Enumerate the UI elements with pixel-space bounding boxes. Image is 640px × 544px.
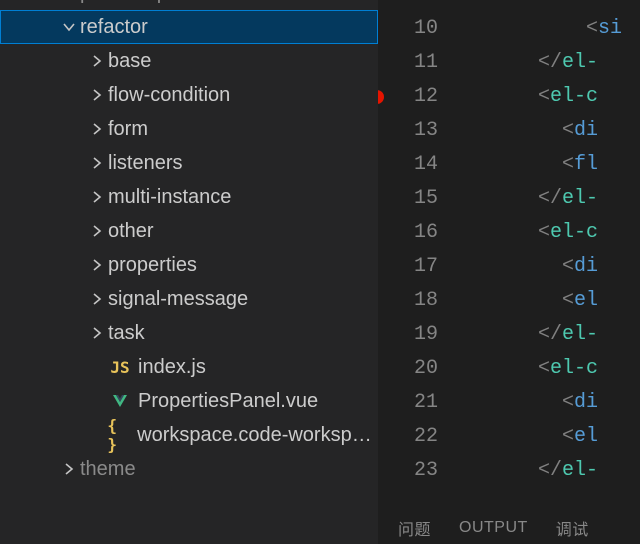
tree-item-label: multi-instance [108, 186, 231, 209]
line-number[interactable]: 15 [378, 182, 438, 216]
tree-item-task[interactable]: task [0, 316, 378, 350]
tree-item-theme[interactable]: theme [0, 452, 378, 486]
chevron-right-icon [86, 326, 108, 340]
tree-item-label: workspace.code-workspa... [137, 424, 378, 447]
code-line[interactable]: <di [466, 386, 640, 420]
code-line[interactable]: </el- [466, 318, 640, 352]
tree-item-label: properties [108, 254, 197, 277]
code-line[interactable]: <di [466, 250, 640, 284]
tree-item-label: other [108, 220, 154, 243]
code-line[interactable]: <el-c [466, 216, 640, 250]
tree-item-multi-instance[interactable]: multi-instance [0, 180, 378, 214]
tree-item-index-js[interactable]: JS index.js [0, 350, 378, 384]
line-number[interactable]: 13 [378, 114, 438, 148]
tree-item-label: listeners [108, 152, 182, 175]
tree-item-form[interactable]: form [0, 112, 378, 146]
panel-tab-问题[interactable]: 问题 [398, 516, 431, 540]
chevron-right-icon [86, 258, 108, 272]
tree-item-label: base [108, 50, 151, 73]
chevron-right-icon [86, 224, 108, 238]
tree-item-flow-condition[interactable]: flow-condition [0, 78, 378, 112]
chevron-right-icon [86, 156, 108, 170]
code-line[interactable]: <fl [466, 148, 640, 182]
breakpoint-line-number[interactable]: 12 [378, 80, 438, 114]
line-number[interactable]: 22 [378, 420, 438, 454]
line-number[interactable]: 10 [378, 12, 438, 46]
code-line[interactable]: </el- [466, 454, 640, 488]
chevron-right-icon [86, 54, 108, 68]
code-line[interactable]: <el [466, 420, 640, 454]
tree-item-label: theme [80, 458, 136, 481]
panel-tab-output[interactable]: OUTPUT [459, 519, 528, 537]
tree-item-label: refactor [80, 16, 148, 39]
editor-area: 91011121314151617181920212223 <di <si </… [378, 0, 640, 544]
tree-item-label: signal-message [108, 288, 248, 311]
tree-item-other[interactable]: other [0, 214, 378, 248]
tree-item-label: process-panel [80, 0, 206, 5]
tree-item-label: PropertiesPanel.vue [138, 390, 318, 413]
code-line[interactable]: </el- [466, 182, 640, 216]
code-line[interactable]: <el [466, 284, 640, 318]
line-number[interactable]: 18 [378, 284, 438, 318]
line-number[interactable]: 14 [378, 148, 438, 182]
tree-item-workspace-code-workspa-[interactable]: { } workspace.code-workspa... [0, 418, 378, 452]
tree-item-label: index.js [138, 356, 206, 379]
tree-item-refactor[interactable]: refactor [0, 10, 378, 44]
code-line[interactable]: </el- [466, 46, 640, 80]
line-number[interactable]: 9 [378, 0, 438, 12]
tree-item-label: flow-condition [108, 84, 230, 107]
tree-item-label: form [108, 118, 148, 141]
tree-item-propertiespanel-vue[interactable]: PropertiesPanel.vue [0, 384, 378, 418]
chevron-right-icon [86, 190, 108, 204]
tree-item-signal-message[interactable]: signal-message [0, 282, 378, 316]
code-line[interactable]: <di [466, 114, 640, 148]
line-number[interactable]: 20 [378, 352, 438, 386]
line-number[interactable]: 19 [378, 318, 438, 352]
code-line[interactable]: <el-c [466, 80, 640, 114]
chevron-right-icon [58, 462, 80, 476]
line-number[interactable]: 23 [378, 454, 438, 488]
panel-tab-调试[interactable]: 调试 [556, 516, 589, 540]
tree-item-process-panel[interactable]: process-panel [0, 0, 378, 10]
chevron-right-icon [86, 122, 108, 136]
vue-file-icon [108, 393, 132, 409]
chevron-down-icon [58, 20, 80, 34]
bottom-panel-tabs: 问题 OUTPUT 调试 [378, 510, 640, 544]
code-line[interactable]: <el-c [466, 352, 640, 386]
code-line[interactable]: <si [466, 12, 640, 46]
chevron-right-icon [86, 292, 108, 306]
line-number[interactable]: 21 [378, 386, 438, 420]
line-number[interactable]: 17 [378, 250, 438, 284]
line-number[interactable]: 11 [378, 46, 438, 80]
chevron-right-icon [86, 88, 108, 102]
line-number-gutter[interactable]: 91011121314151617181920212223 [378, 0, 466, 510]
json-file-icon: { } [107, 416, 131, 454]
js-file-icon: JS [108, 358, 132, 377]
tree-item-listeners[interactable]: listeners [0, 146, 378, 180]
tree-item-label: task [108, 322, 145, 345]
code-line[interactable]: <di [466, 0, 640, 12]
tree-item-properties[interactable]: properties [0, 248, 378, 282]
tree-item-base[interactable]: base [0, 44, 378, 78]
code-content[interactable]: <di <si </el- <el-c <di <fl </el- <el-c … [466, 0, 640, 510]
line-number[interactable]: 16 [378, 216, 438, 250]
file-explorer[interactable]: process-panel refactor base flow-condition f… [0, 0, 378, 544]
